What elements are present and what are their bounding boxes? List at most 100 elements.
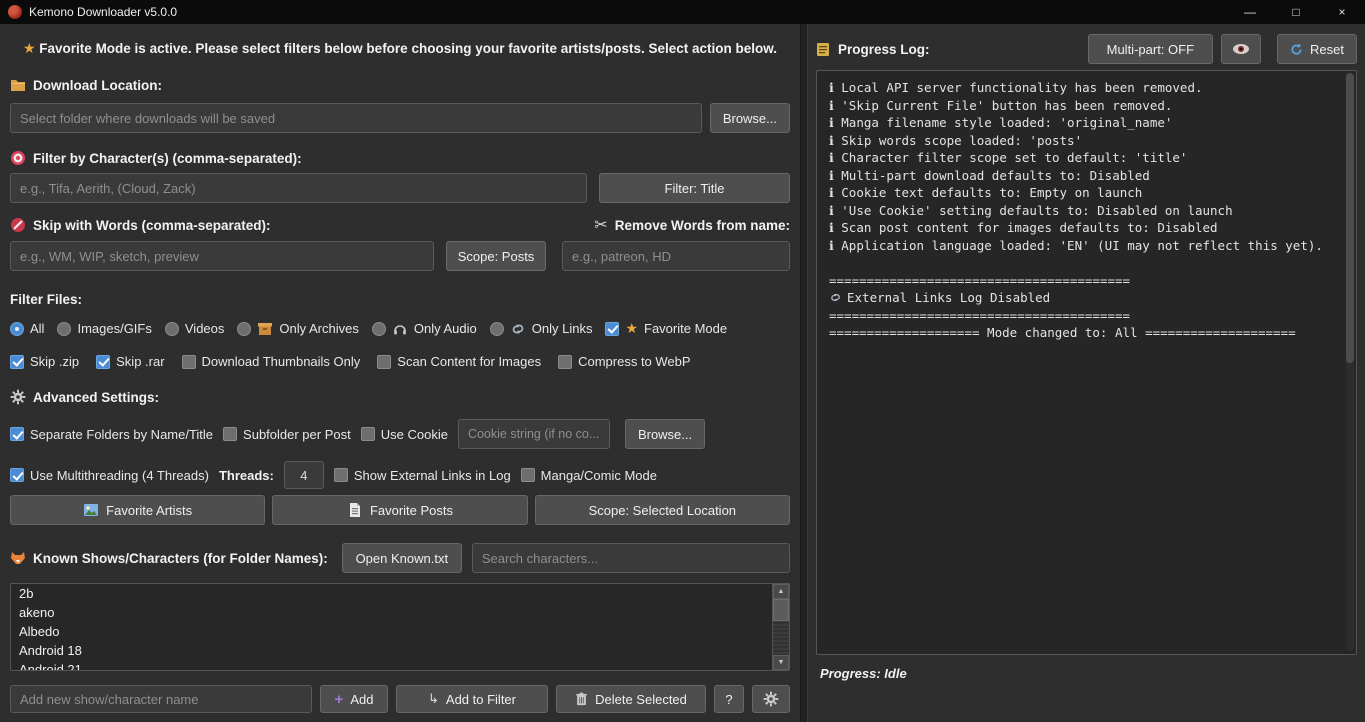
checkbox-indicator [182, 355, 196, 369]
checkbox-label: Compress to WebP [578, 354, 690, 369]
list-item[interactable]: 2b [11, 584, 789, 603]
use-cookie-checkbox[interactable]: Use Cookie [361, 427, 448, 442]
checkbox-label: Use Multithreading (4 Threads) [30, 468, 209, 483]
favorite-artists-button[interactable]: Favorite Artists [10, 495, 265, 525]
manga-mode-checkbox[interactable]: Manga/Comic Mode [521, 468, 657, 483]
progress-log[interactable]: ℹ Local API server functionality has bee… [816, 70, 1357, 655]
favorite-mode-banner: ★ Favorite Mode is active. Please select… [10, 40, 790, 57]
radio-videos[interactable]: Videos [165, 321, 225, 336]
multipart-toggle-button[interactable]: Multi-part: OFF [1088, 34, 1213, 64]
link-icon [829, 291, 842, 304]
plus-icon: + [335, 691, 344, 708]
radio-images-gifs[interactable]: Images/GIFs [57, 321, 151, 336]
radio-only-archives[interactable]: Only Archives [237, 321, 358, 337]
advanced-settings-label: Advanced Settings: [33, 390, 159, 405]
checkbox-label: Scan Content for Images [397, 354, 541, 369]
button-label: Favorite Artists [106, 503, 192, 518]
reset-button[interactable]: Reset [1277, 34, 1357, 64]
skip-zip-checkbox[interactable]: Skip .zip [10, 354, 79, 369]
scroll-up-button[interactable]: ▲ [773, 584, 789, 599]
character-filter-scope-button[interactable]: Filter: Title [599, 173, 790, 203]
radio-indicator [237, 322, 251, 336]
separate-folders-checkbox[interactable]: Separate Folders by Name/Title [10, 427, 213, 442]
favorite-posts-button[interactable]: Favorite Posts [272, 495, 527, 525]
compress-webp-checkbox[interactable]: Compress to WebP [558, 354, 690, 369]
minimize-button[interactable]: — [1227, 0, 1273, 24]
log-line: ======================================== [829, 272, 1344, 290]
skip-rar-checkbox[interactable]: Skip .rar [96, 354, 164, 369]
character-filter-input[interactable] [10, 173, 587, 203]
fox-icon [10, 550, 26, 566]
log-scroll-thumb[interactable] [1346, 73, 1354, 363]
add-button[interactable]: + Add [320, 685, 388, 713]
radio-label: Images/GIFs [77, 321, 151, 336]
add-to-filter-button[interactable]: ↳ Add to Filter [396, 685, 548, 713]
checkbox-indicator [334, 468, 348, 482]
open-known-txt-button[interactable]: Open Known.txt [342, 543, 462, 573]
log-line: ℹ Local API server functionality has bee… [829, 79, 1344, 97]
log-scrollbar[interactable] [1346, 73, 1354, 651]
browse-cookie-button[interactable]: Browse... [625, 419, 705, 449]
star-icon: ★ [23, 40, 36, 56]
cookie-string-input[interactable] [458, 419, 610, 449]
progress-log-icon [816, 41, 830, 57]
checkbox-indicator [377, 355, 391, 369]
download-location-input[interactable] [10, 103, 702, 133]
radio-only-links[interactable]: Only Links [490, 321, 593, 337]
checkbox-label: Manga/Comic Mode [541, 468, 657, 483]
remove-words-input[interactable] [562, 241, 790, 271]
log-line [829, 254, 1344, 272]
download-thumbnails-checkbox[interactable]: Download Thumbnails Only [182, 354, 361, 369]
add-character-input[interactable] [10, 685, 312, 713]
settings-button[interactable] [752, 685, 790, 713]
delete-selected-button[interactable]: Delete Selected [556, 685, 706, 713]
button-label: Delete Selected [595, 692, 687, 707]
subfolder-per-post-checkbox[interactable]: Subfolder per Post [223, 427, 351, 442]
checkbox-indicator [96, 355, 110, 369]
close-button[interactable]: × [1319, 0, 1365, 24]
scope-selected-location-button[interactable]: Scope: Selected Location [535, 495, 790, 525]
radio-only-audio[interactable]: Only Audio [372, 321, 477, 337]
eye-button[interactable] [1221, 34, 1261, 64]
app-window: Kemono Downloader v5.0.0 — □ × ★ Favorit… [0, 0, 1365, 722]
browse-download-button[interactable]: Browse... [710, 103, 790, 133]
radio-all[interactable]: All [10, 321, 44, 336]
threads-label: Threads: [219, 468, 274, 483]
checkbox-indicator [361, 427, 375, 441]
eye-icon [1232, 43, 1250, 55]
skip-words-input[interactable] [10, 241, 434, 271]
list-item[interactable]: Albedo [11, 622, 789, 641]
list-scrollbar[interactable]: ▲ ▼ [772, 584, 789, 670]
scroll-track[interactable] [773, 621, 789, 655]
checkbox-label: Download Thumbnails Only [202, 354, 361, 369]
radio-label: Videos [185, 321, 225, 336]
log-line: ℹ Skip words scope loaded: 'posts' [829, 132, 1344, 150]
help-button[interactable]: ? [714, 685, 744, 713]
filter-files-label: Filter Files: [10, 292, 82, 307]
panel-splitter[interactable] [800, 24, 808, 722]
favorite-mode-checkbox[interactable]: ★ Favorite Mode [605, 320, 727, 337]
checkbox-label: Show External Links in Log [354, 468, 511, 483]
radio-indicator [490, 322, 504, 336]
radio-indicator [165, 322, 179, 336]
log-line: ℹ 'Use Cookie' setting defaults to: Disa… [829, 202, 1344, 220]
search-characters-input[interactable] [472, 543, 790, 573]
folder-icon [10, 77, 26, 93]
maximize-button[interactable]: □ [1273, 0, 1319, 24]
skip-scope-button[interactable]: Scope: Posts [446, 241, 546, 271]
multithreading-checkbox[interactable]: Use Multithreading (4 Threads) [10, 468, 209, 483]
show-external-links-checkbox[interactable]: Show External Links in Log [334, 468, 511, 483]
known-characters-list[interactable]: 2b akeno Albedo Android 18 Android 21 ▲ … [10, 583, 790, 671]
checkbox-label: Favorite Mode [644, 321, 727, 336]
list-item[interactable]: Android 18 [11, 641, 789, 660]
threads-input[interactable] [284, 461, 324, 489]
add-to-filter-icon: ↳ [428, 691, 439, 707]
list-item[interactable]: akeno [11, 603, 789, 622]
scan-content-checkbox[interactable]: Scan Content for Images [377, 354, 541, 369]
scroll-thumb[interactable] [773, 599, 789, 621]
log-line: ℹ Application language loaded: 'EN' (UI … [829, 237, 1344, 255]
log-line-text: External Links Log Disabled [847, 289, 1050, 307]
scroll-down-button[interactable]: ▼ [773, 655, 789, 670]
list-item[interactable]: Android 21 [11, 660, 789, 671]
checkbox-indicator [605, 322, 619, 336]
